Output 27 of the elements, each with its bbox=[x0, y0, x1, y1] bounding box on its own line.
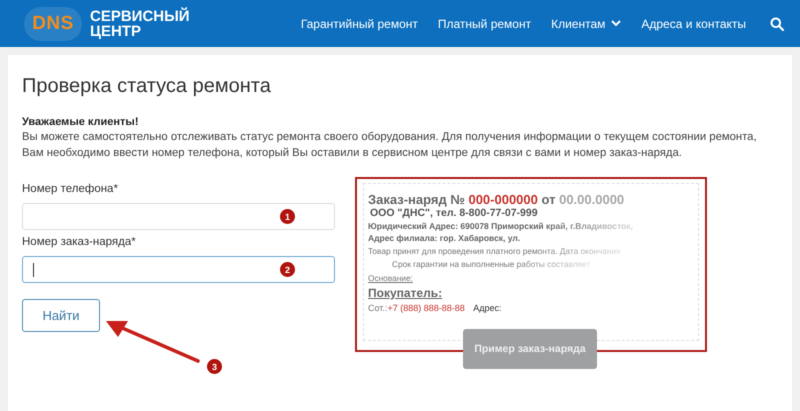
search-button[interactable] bbox=[768, 14, 786, 32]
field-label: Номер телефона* bbox=[22, 183, 119, 195]
legal-address: Юридический Адрес: 690078 Приморский край, г.Владивосток, bbox=[368, 221, 633, 231]
input-field[interactable] bbox=[22, 256, 335, 283]
basis-label: Основание: bbox=[368, 273, 413, 283]
nav-dropdown[interactable]: Клиентам bbox=[551, 16, 622, 30]
buyer-heading: Покупатель: bbox=[368, 286, 442, 300]
logo-brand: DNS bbox=[32, 12, 74, 34]
number-badge: 3 bbox=[207, 359, 222, 374]
order-note: Товар принят для проведения платного ремонта. Дата окончания bbox=[368, 246, 621, 256]
field-label: Номер заказ-наряда* bbox=[22, 236, 137, 248]
buyer-contact: Сот.:+7 (888) 888-88-88 Адрес: bbox=[368, 303, 502, 313]
branch-address: Адрес филиала: гор. Хабаровск, ул. bbox=[368, 233, 522, 243]
warranty-line: Срок гарантии на выполненные работы составляет bbox=[391, 259, 590, 269]
nav-link[interactable]: Адреса и контакты bbox=[641, 16, 746, 30]
intro-heading: Уважаемые клиенты! bbox=[22, 116, 140, 128]
page-title: Проверка статуса ремонта bbox=[22, 75, 272, 98]
nav-link[interactable]: Платный ремонт bbox=[438, 16, 532, 30]
logo-text-line: ЦЕНТР bbox=[90, 24, 142, 38]
tooltip: Пример заказ-наряда bbox=[463, 329, 597, 369]
nav-link[interactable]: Гарантийный ремонт bbox=[300, 16, 418, 30]
order-title: Заказ-наряд № 000-000000 от 00.00.0000 bbox=[368, 192, 626, 207]
find-button[interactable]: Найти bbox=[22, 299, 100, 332]
company-line: ООО "ДНС", тел. 8-800-77-07-999 bbox=[370, 207, 539, 219]
intro-text: Вы можете самостоятельно отслеживать статус ремонта своего оборудования. Для получения информации о текущем состоянии ремонта, Вам необходимо ввести номер телефона, который Вы оставили в сервисном центре для связи с вами и номер заказ-наряда. bbox=[22, 130, 758, 161]
caret-icon bbox=[611, 20, 622, 27]
logo-text-line: СЕРВИСНЫЙ bbox=[90, 8, 190, 24]
